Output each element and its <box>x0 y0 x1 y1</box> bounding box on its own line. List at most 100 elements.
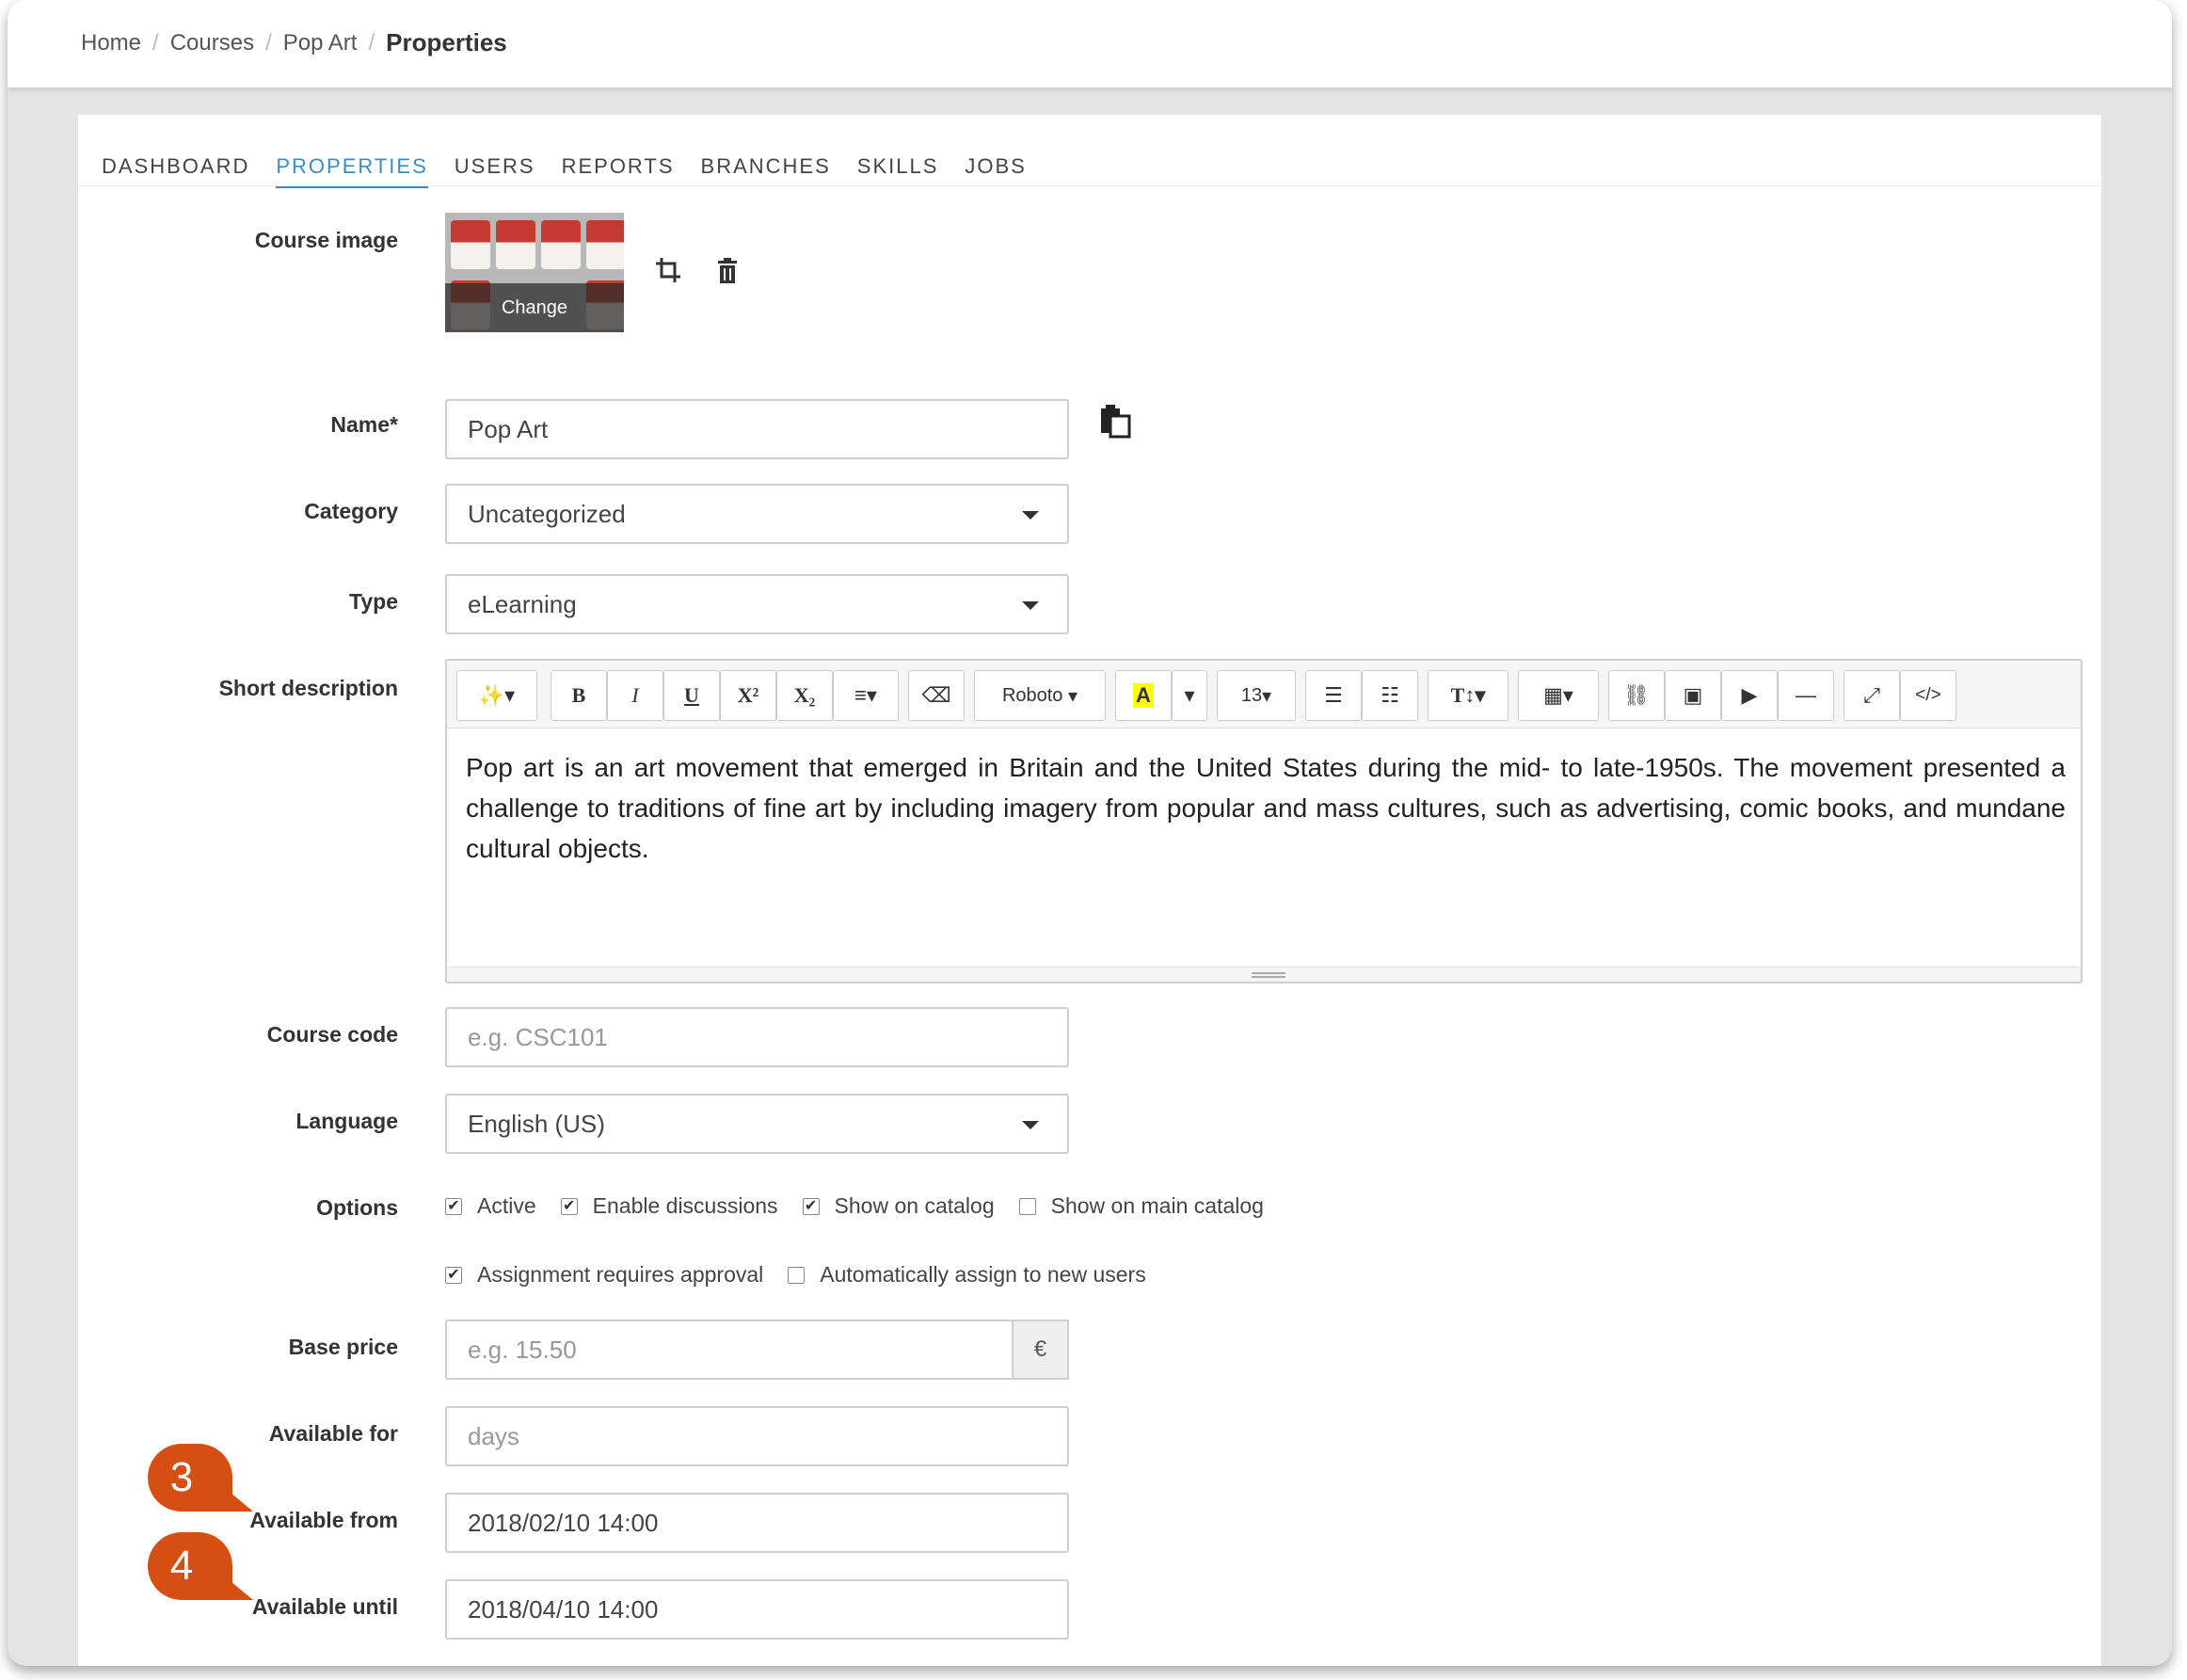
course-image-label: Course image <box>254 228 398 252</box>
type-label: Type <box>349 589 398 614</box>
course-code-label: Course code <box>266 1022 398 1047</box>
code-view-icon[interactable]: </> <box>1900 670 1956 721</box>
options-row-2: ✔ Assignment requires approval Automatica… <box>445 1262 1171 1288</box>
options-row-1: ✔ Active ✔ Enable discussions ✔ Show on cat… <box>445 1193 1288 1219</box>
callout-marker-3: 3 <box>148 1444 253 1512</box>
tab-dashboard[interactable]: DASHBOARD <box>102 154 249 188</box>
checkbox-checked: ✔ <box>560 1197 578 1215</box>
currency-addon: € <box>1013 1320 1069 1380</box>
course-image-thumbnail[interactable]: Change <box>445 213 624 332</box>
available-from-label: Available from <box>249 1508 398 1532</box>
font-family-value: Roboto <box>1001 684 1063 706</box>
available-for-input[interactable]: days <box>445 1406 1069 1466</box>
show-on-catalog-checkbox[interactable]: ✔ Show on catalog <box>802 1193 995 1219</box>
font-size-value: 13 <box>1240 684 1263 706</box>
chevron-down-icon <box>1022 511 1039 520</box>
tab-users[interactable]: USERS <box>455 154 535 188</box>
active-label: Active <box>477 1193 536 1218</box>
assignment-requires-approval-checkbox[interactable]: ✔ Assignment requires approval <box>445 1262 763 1288</box>
breadcrumb-separator: / <box>265 29 272 56</box>
available-for-label: Available for <box>268 1421 398 1446</box>
breadcrumb-separator: / <box>368 29 375 56</box>
active-checkbox[interactable]: ✔ Active <box>445 1193 536 1219</box>
available-until-label: Available until <box>251 1594 398 1619</box>
tab-reports[interactable]: REPORTS <box>562 154 675 188</box>
checkbox-unchecked <box>1018 1197 1036 1215</box>
show-on-catalog-label: Show on catalog <box>834 1193 995 1218</box>
text-color-icon[interactable]: A <box>1115 670 1172 721</box>
font-size-dropdown[interactable]: 13 ▾ <box>1217 670 1296 721</box>
tab-bar: DASHBOARD PROPERTIES USERS REPORTS BRANC… <box>102 154 1053 188</box>
category-label: Category <box>304 499 398 523</box>
superscript-icon[interactable]: X² <box>720 670 776 721</box>
breadcrumb-home[interactable]: Home <box>81 30 141 56</box>
chevron-down-icon <box>1022 1121 1039 1129</box>
chevron-down-icon[interactable]: ▾ <box>1172 670 1207 721</box>
eraser-icon[interactable]: ⌫ <box>908 670 965 721</box>
bold-icon[interactable]: B <box>551 670 607 721</box>
tab-skills[interactable]: SKILLS <box>857 154 939 188</box>
breadcrumb-course[interactable]: Pop Art <box>283 30 358 56</box>
soup-can-image <box>451 220 490 269</box>
top-bar: Home / Courses / Pop Art / Properties <box>8 0 2172 88</box>
underline-icon[interactable]: U <box>663 670 720 721</box>
breadcrumb-courses[interactable]: Courses <box>170 30 254 56</box>
image-icon[interactable]: ▣ <box>1665 670 1721 721</box>
tab-jobs[interactable]: JOBS <box>965 154 1026 188</box>
grip-icon <box>1252 972 1285 978</box>
type-select[interactable]: eLearning <box>445 574 1069 634</box>
breadcrumb: Home / Courses / Pop Art / Properties <box>81 28 507 57</box>
bulleted-list-icon[interactable]: ☰ <box>1305 670 1362 721</box>
chevron-down-icon <box>1022 601 1039 610</box>
magic-wand-icon[interactable]: ✨▾ <box>456 670 537 721</box>
name-label: Name* <box>330 412 398 437</box>
trash-icon[interactable] <box>716 258 739 291</box>
checkbox-checked: ✔ <box>445 1266 462 1284</box>
show-on-main-catalog-checkbox[interactable]: Show on main catalog <box>1018 1193 1264 1219</box>
options-label: Options <box>316 1195 398 1220</box>
short-description-label: Short description <box>218 676 398 700</box>
category-select[interactable]: Uncategorized <box>445 484 1069 544</box>
fullscreen-icon[interactable]: ⤢ <box>1844 670 1900 721</box>
base-price-label: Base price <box>288 1335 398 1359</box>
breadcrumb-current: Properties <box>386 28 507 56</box>
enable-discussions-label: Enable discussions <box>592 1193 778 1218</box>
enable-discussions-checkbox[interactable]: ✔ Enable discussions <box>560 1193 778 1219</box>
video-icon[interactable]: ▶ <box>1721 670 1778 721</box>
line-height-icon[interactable]: T↕▾ <box>1428 670 1509 721</box>
numbered-list-icon[interactable]: ☷ <box>1362 670 1418 721</box>
link-icon[interactable]: ⛓ <box>1608 670 1665 721</box>
editor-content[interactable]: Pop art is an art movement that emerged … <box>466 747 2066 869</box>
editor-toolbar: ✨▾ B I U X² X₂ ≡▾ ⌫ Roboto ▾ A ▾ 13 ▾ ☰ ☷… <box>447 661 2081 728</box>
soup-can-image <box>586 220 624 269</box>
checkbox-unchecked <box>788 1266 806 1284</box>
change-image-button[interactable]: Change <box>445 283 624 332</box>
subscript-icon[interactable]: X₂ <box>776 670 833 721</box>
properties-card: DASHBOARD PROPERTIES USERS REPORTS BRANC… <box>78 115 2101 1666</box>
auto-assign-checkbox[interactable]: Automatically assign to new users <box>788 1262 1146 1288</box>
editor-resize-handle[interactable] <box>447 967 2081 982</box>
tab-branches[interactable]: BRANCHES <box>701 154 831 188</box>
name-input[interactable]: Pop Art <box>445 399 1069 459</box>
course-code-input[interactable]: e.g. CSC101 <box>445 1007 1069 1067</box>
assignment-requires-approval-label: Assignment requires approval <box>477 1262 764 1287</box>
auto-assign-label: Automatically assign to new users <box>820 1262 1146 1287</box>
crop-icon[interactable] <box>654 256 682 291</box>
callout-marker-4: 4 <box>148 1532 253 1600</box>
type-value: eLearning <box>468 589 577 618</box>
language-select[interactable]: English (US) <box>445 1094 1069 1154</box>
table-icon[interactable]: ▦▾ <box>1518 670 1599 721</box>
clipboard-icon[interactable] <box>1099 405 1131 445</box>
tab-properties[interactable]: PROPERTIES <box>276 154 428 188</box>
available-from-input[interactable]: 2018/02/10 14:00 <box>445 1493 1069 1553</box>
category-value: Uncategorized <box>468 499 626 528</box>
horizontal-rule-icon[interactable]: — <box>1778 670 1834 721</box>
available-until-input[interactable]: 2018/04/10 14:00 <box>445 1579 1069 1640</box>
checkbox-checked: ✔ <box>445 1197 462 1215</box>
align-icon[interactable]: ≡▾ <box>833 670 899 721</box>
base-price-input[interactable]: e.g. 15.50 <box>445 1320 1014 1380</box>
breadcrumb-separator: / <box>152 29 159 56</box>
font-family-dropdown[interactable]: Roboto ▾ <box>974 670 1106 721</box>
soup-can-image <box>496 220 535 269</box>
italic-icon[interactable]: I <box>607 670 663 721</box>
